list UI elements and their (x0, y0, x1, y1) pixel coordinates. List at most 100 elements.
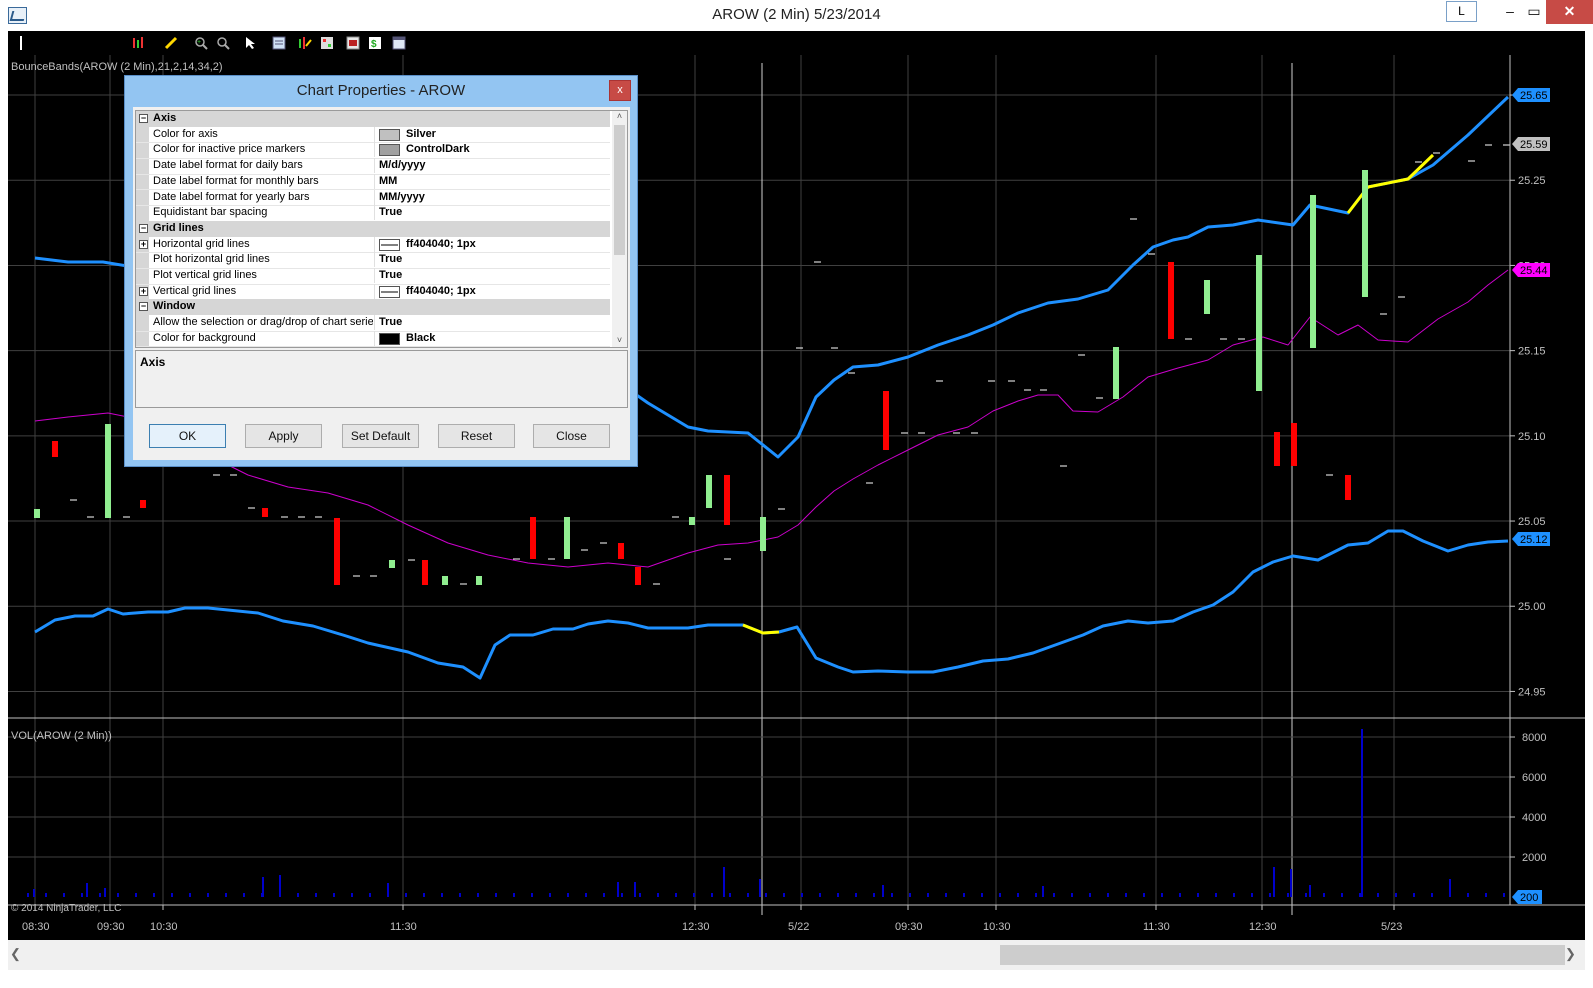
property-row[interactable]: Plot horizontal grid lines True (136, 252, 610, 269)
up-candle (1204, 280, 1210, 314)
down-candle (334, 518, 340, 585)
up-candle (564, 517, 570, 559)
property-row[interactable]: + Vertical grid lines ff404040; 1px (136, 283, 610, 301)
scroll-up-icon[interactable]: ˄ (612, 111, 627, 123)
time-tick-label: 12:30 (682, 921, 710, 933)
title-bar: AROW (2 Min) 5/23/2014 L – ▭ ✕ (0, 0, 1593, 31)
apply-button[interactable]: Apply (245, 424, 322, 448)
zoom-out-icon[interactable] (216, 36, 230, 50)
scroll-down-icon[interactable]: ˅ (612, 335, 627, 347)
order-icon[interactable]: $ (368, 36, 382, 50)
property-row[interactable]: Color for background Black (136, 330, 610, 347)
property-row[interactable]: Equidistant bar spacing True (136, 205, 610, 222)
indicator-label: BounceBands(AROW (2 Min),21,2,14,34,2) (11, 61, 223, 73)
scroll-thumb[interactable] (1000, 945, 1565, 965)
down-candle (1345, 475, 1351, 500)
time-tick-label: 11:30 (390, 921, 417, 933)
down-candle (262, 508, 268, 517)
property-row[interactable]: Date label format for yearly bars MM/yyyy (136, 189, 610, 207)
up-candle (1310, 195, 1316, 348)
expand-icon[interactable]: + (139, 239, 148, 249)
volume-tick-label: 6000 (1522, 772, 1546, 784)
down-candle (1291, 423, 1297, 466)
close-dialog-button[interactable]: Close (533, 424, 610, 448)
price-tick-label: 25.15 (1518, 346, 1546, 358)
volume-marker-label: 200 (1520, 892, 1538, 904)
price-marker-label: 25.65 (1520, 90, 1548, 102)
chart-properties-dialog: Chart Properties - AROW x − Axis Color fo… (124, 75, 638, 467)
zoom-in-icon[interactable]: + (194, 36, 208, 50)
strategies-icon[interactable] (320, 36, 334, 50)
category-axis[interactable]: − Axis (136, 111, 610, 127)
close-button[interactable]: ✕ (1546, 0, 1593, 24)
property-row[interactable]: Color for inactive price markers ControlD… (136, 142, 610, 160)
time-tick-label: 10:30 (150, 921, 178, 933)
up-candle (1362, 170, 1368, 297)
up-candle (476, 576, 482, 585)
down-candle (530, 517, 536, 559)
property-row[interactable]: Date label format for daily bars M/d/yyyy (136, 158, 610, 175)
down-candle (422, 560, 428, 585)
time-tick-label: 09:30 (97, 921, 125, 933)
bar-type-icon[interactable] (132, 36, 146, 50)
price-marker: 25.59 (1512, 137, 1550, 151)
volume-tick-label: 8000 (1522, 732, 1546, 744)
time-tick-label: 08:30 (22, 921, 50, 933)
horizontal-scrollbar[interactable]: ❮ ❯ (8, 940, 1585, 970)
color-swatch-icon (379, 144, 400, 157)
collapse-icon[interactable]: − (139, 223, 148, 233)
price-marker-label: 25.59 (1520, 139, 1548, 151)
time-tick-label: 09:30 (895, 921, 923, 933)
price-marker-label: 25.12 (1520, 534, 1548, 546)
down-candle (883, 391, 889, 450)
collapse-icon[interactable]: − (139, 302, 148, 312)
scroll-right-icon[interactable]: ❯ (1565, 946, 1581, 962)
property-row[interactable]: Plot vertical grid lines True (136, 268, 610, 285)
collapse-icon[interactable]: − (139, 114, 148, 123)
left-frame (0, 31, 8, 988)
ok-button[interactable]: OK (149, 424, 226, 448)
volume-tick-label: 4000 (1522, 812, 1546, 824)
scroll-thumb[interactable] (614, 125, 625, 255)
set-default-button[interactable]: Set Default (342, 424, 419, 448)
template-icon[interactable] (392, 36, 406, 50)
indicators-icon[interactable] (298, 36, 312, 50)
description-title: Axis (140, 355, 166, 369)
dialog-close-button[interactable]: x (609, 80, 631, 101)
up-candle (442, 576, 448, 585)
maximize-button[interactable]: ▭ (1520, 0, 1548, 24)
highlight-segment (742, 623, 780, 635)
color-swatch-icon (379, 128, 400, 141)
property-description: Axis (135, 350, 628, 408)
reset-button[interactable]: Reset (438, 424, 515, 448)
line-style-icon (379, 285, 400, 298)
dialog-body: − Axis Color for axis Silver Color for ina… (133, 107, 630, 460)
down-candle (635, 567, 641, 585)
link-button[interactable]: L (1446, 1, 1477, 22)
line-style-icon (379, 238, 400, 251)
price-tick-label: 25.25 (1518, 175, 1546, 187)
category-window[interactable]: − Window (136, 299, 610, 316)
property-grid-scrollbar[interactable]: ˄ ˅ (612, 111, 627, 347)
chart-toolbar: + $ (8, 31, 1585, 55)
category-grid-lines[interactable]: − Grid lines (136, 220, 610, 237)
cursor-icon[interactable] (244, 36, 258, 50)
time-tick-label: 10:30 (983, 921, 1011, 933)
scroll-left-icon[interactable]: ❮ (10, 946, 26, 962)
property-row[interactable]: Color for axis Silver (136, 126, 610, 144)
properties-icon[interactable] (346, 36, 360, 50)
price-tick-label: 25.10 (1518, 431, 1546, 443)
price-tick-label: 25.05 (1518, 516, 1546, 528)
up-candle (34, 509, 40, 518)
price-marker: 25.65 (1512, 88, 1550, 102)
property-row[interactable]: Allow the selection or drag/drop of char… (136, 315, 610, 332)
up-candle (706, 475, 712, 508)
up-candle (389, 560, 395, 568)
property-row[interactable]: Date label format for monthly bars MM (136, 173, 610, 191)
color-swatch-icon (379, 332, 400, 345)
time-tick-label: 5/22 (788, 921, 809, 933)
property-row[interactable]: + Horizontal grid lines ff404040; 1px (136, 236, 610, 254)
data-box-icon[interactable] (272, 36, 286, 50)
drawing-tool-icon[interactable] (164, 36, 178, 50)
expand-icon[interactable]: + (139, 286, 148, 296)
